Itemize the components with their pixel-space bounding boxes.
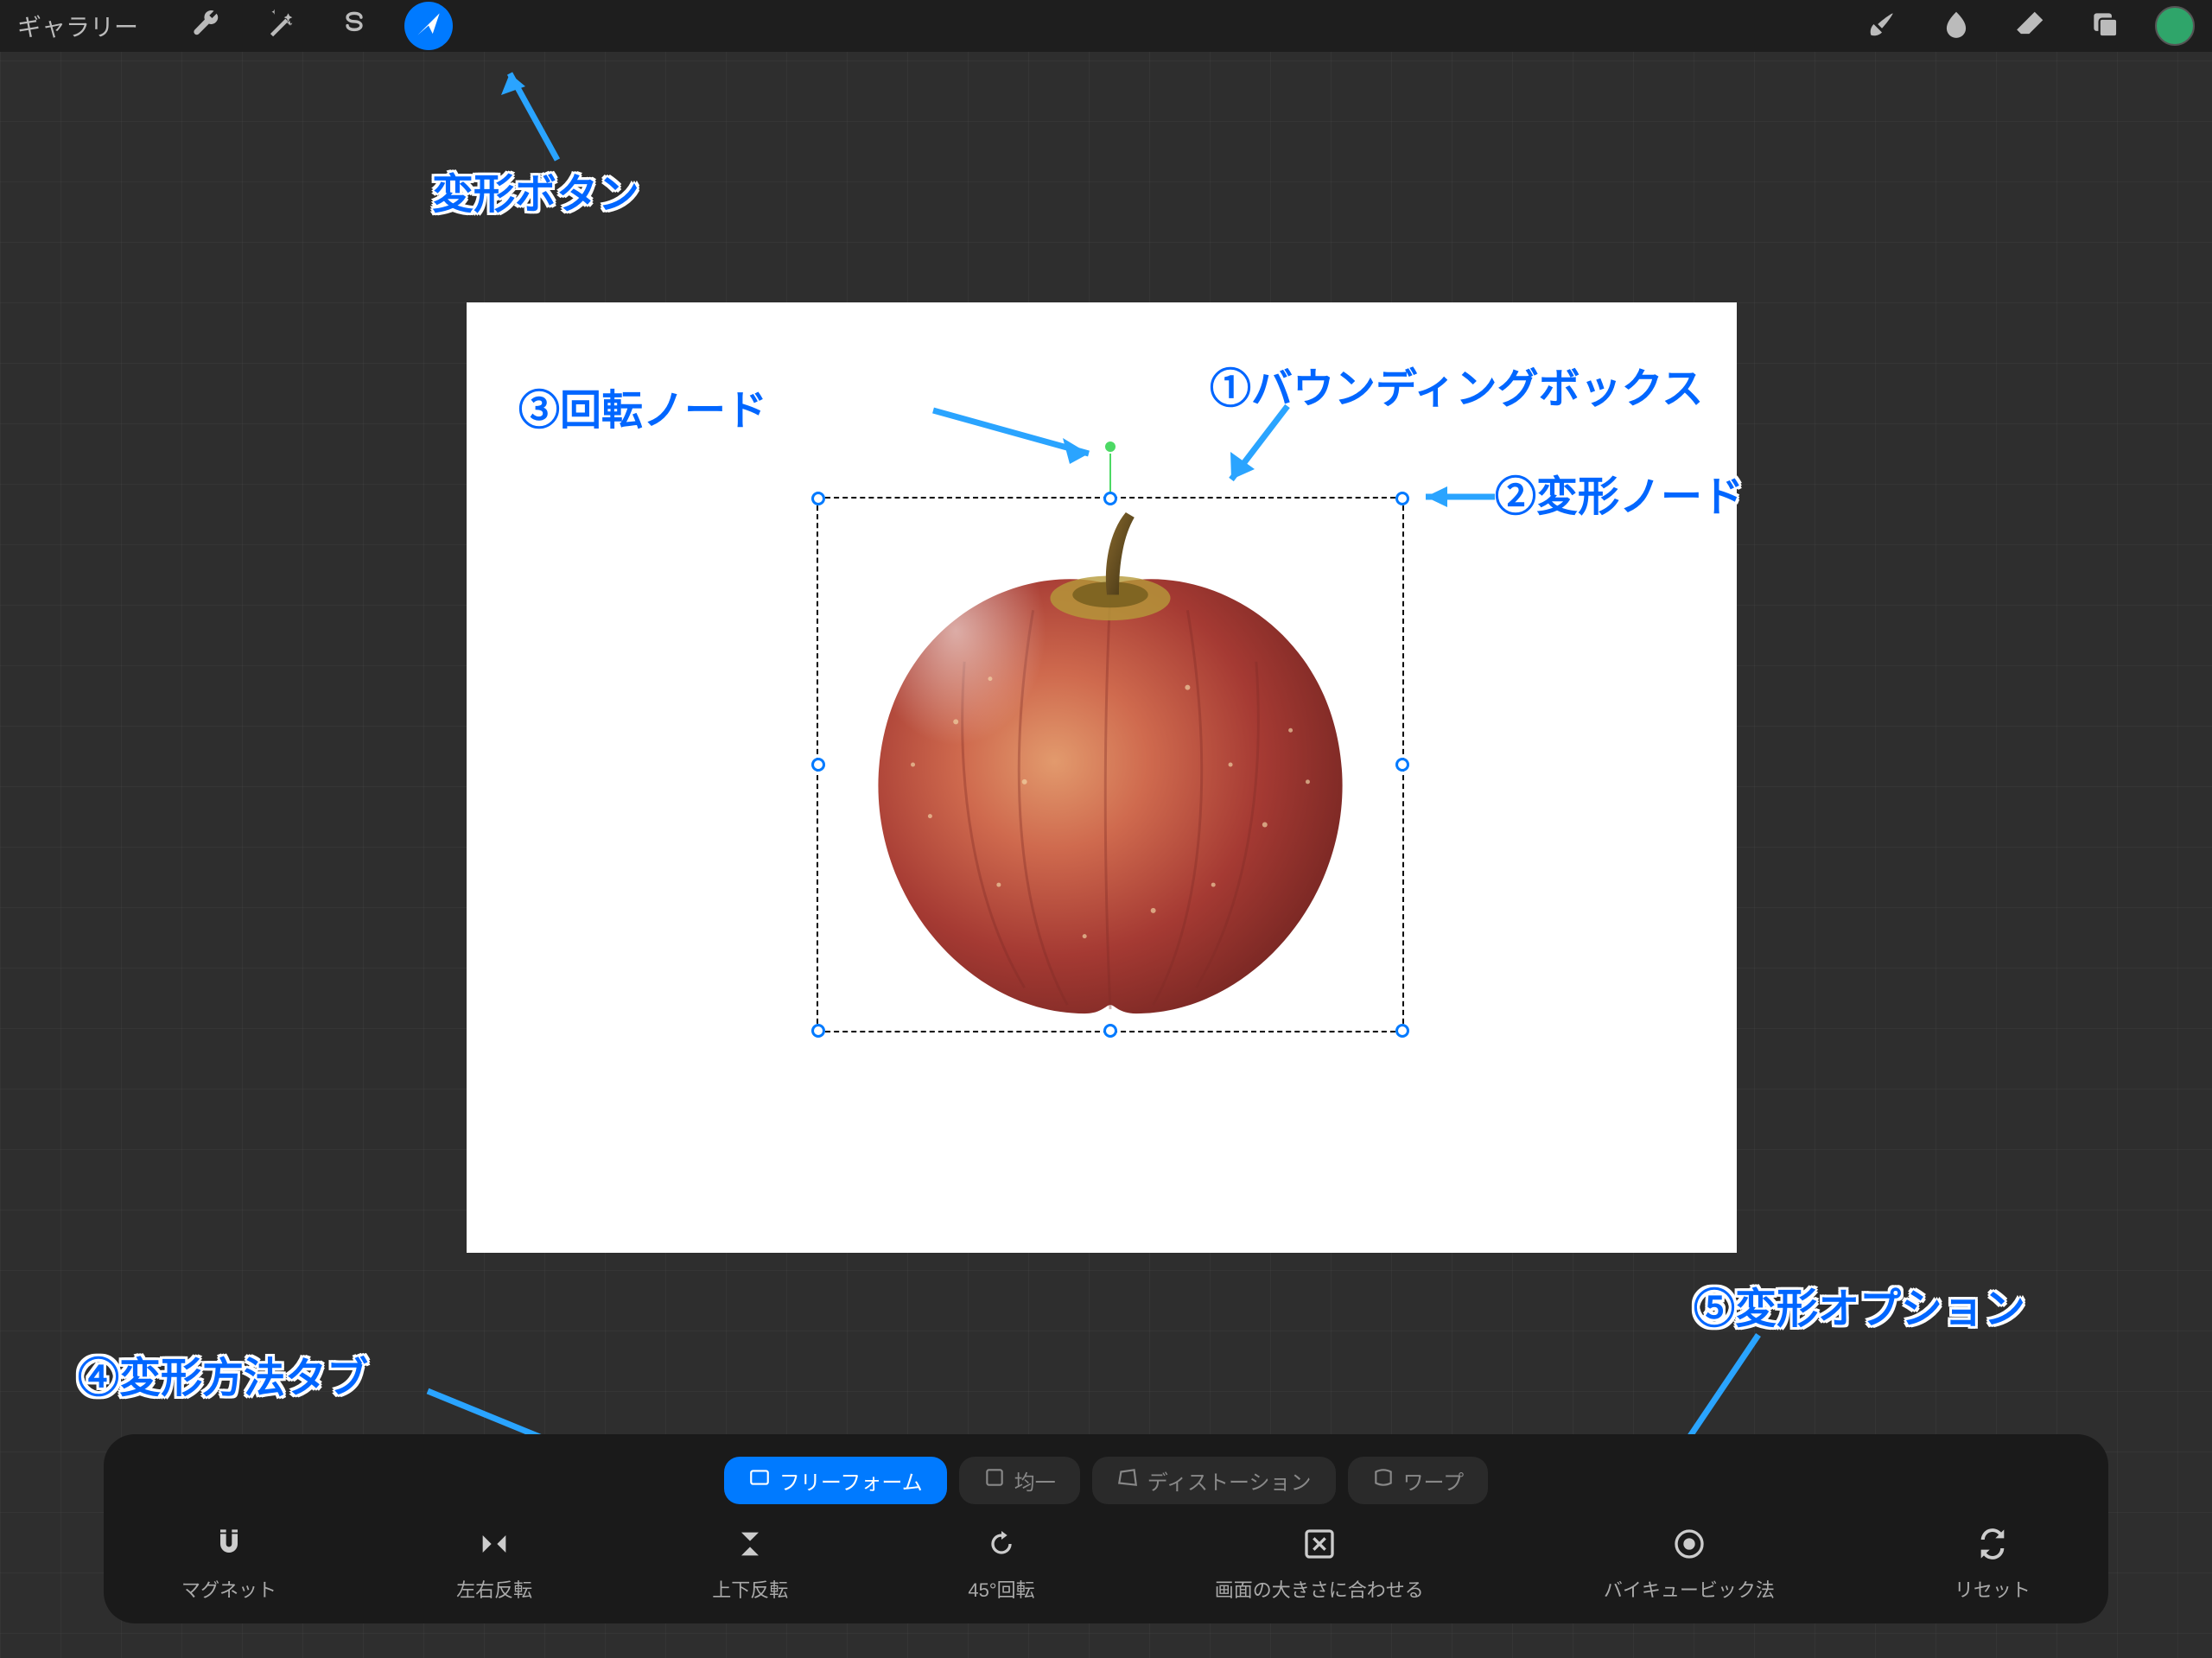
rotate-icon	[984, 1527, 1019, 1566]
tab-freeform[interactable]: フリーフォーム	[724, 1457, 947, 1504]
selection-s-icon	[338, 8, 371, 45]
tab-label: 均一	[1014, 1465, 1056, 1496]
option-label: リセット	[1955, 1575, 2031, 1603]
distortion-icon	[1116, 1466, 1139, 1495]
freeform-icon	[748, 1466, 771, 1495]
transform-node-tr[interactable]	[1395, 492, 1409, 505]
wrench-tool-button[interactable]	[181, 2, 230, 50]
transform-node-br[interactable]	[1395, 1024, 1409, 1038]
fit-screen-icon	[1302, 1527, 1337, 1566]
flip-h-icon	[477, 1527, 512, 1566]
layers-icon	[2088, 8, 2121, 45]
transform-node-bm[interactable]	[1103, 1024, 1117, 1038]
rotation-node[interactable]	[1103, 440, 1117, 454]
apple-artwork	[827, 507, 1394, 1022]
annotation-bounding-box: ①バウンディングボックス	[1210, 354, 1703, 415]
tab-label: ディストーション	[1147, 1465, 1312, 1496]
top-toolbar: ギャラリー	[0, 0, 2212, 52]
option-reset[interactable]: リセット	[1955, 1527, 2031, 1603]
option-label: バイキュービック法	[1604, 1575, 1775, 1603]
annotation-rotation-node: ③回転ノード	[518, 376, 767, 436]
brush-tool-button[interactable]	[1858, 2, 1906, 50]
smudge-tool-button[interactable]	[1932, 2, 1980, 50]
option-flip-horizontal[interactable]: 左右反転	[456, 1527, 532, 1603]
canvas[interactable]	[467, 302, 1737, 1253]
magnet-icon	[212, 1527, 246, 1566]
option-label: 左右反転	[456, 1575, 532, 1603]
option-rotate-45[interactable]: 45°回転	[968, 1527, 1034, 1603]
option-bicubic[interactable]: バイキュービック法	[1604, 1527, 1775, 1603]
annotation-transform-options: ⑤変形オプション	[1694, 1274, 2025, 1335]
tab-label: フリーフォーム	[779, 1465, 923, 1496]
wand-icon	[264, 8, 296, 45]
selection-tool-button[interactable]	[330, 2, 378, 50]
warp-icon	[1372, 1466, 1395, 1495]
bicubic-icon	[1672, 1527, 1707, 1566]
option-label: 上下反転	[712, 1575, 788, 1603]
annotation-transform-button: 変形ボタン	[432, 160, 639, 220]
option-label: 画面の大きさに合わせる	[1215, 1575, 1424, 1603]
topbar-right	[1858, 2, 2195, 50]
flip-v-icon	[733, 1527, 767, 1566]
smudge-icon	[1940, 8, 1973, 45]
rotation-stem	[1109, 447, 1111, 499]
transform-node-tm[interactable]	[1103, 492, 1117, 505]
tab-uniform[interactable]: 均一	[959, 1457, 1080, 1504]
annotation-transform-tabs: ④変形方法タブ	[78, 1344, 368, 1404]
brush-icon	[1866, 8, 1898, 45]
tab-label: ワープ	[1403, 1465, 1465, 1496]
transform-panel: フリーフォーム 均一 ディストーション ワープ マグネット 左右反転 上下反転	[104, 1434, 2108, 1623]
transform-options-row: マグネット 左右反転 上下反転 45°回転 画面の大きさに合わせる バイキュービ…	[130, 1527, 2082, 1603]
option-label: マグネット	[181, 1575, 276, 1603]
transform-node-ml[interactable]	[811, 758, 825, 772]
adjustments-tool-button[interactable]	[256, 2, 304, 50]
annotation-transform-node: ②変形ノード	[1495, 462, 1744, 523]
eraser-icon	[2014, 8, 2047, 45]
arrow-transform-button	[484, 52, 588, 164]
layers-button[interactable]	[2081, 2, 2129, 50]
option-fit-screen[interactable]: 画面の大きさに合わせる	[1215, 1527, 1424, 1603]
option-magnet[interactable]: マグネット	[181, 1527, 276, 1603]
transform-node-tl[interactable]	[811, 492, 825, 505]
uniform-icon	[983, 1466, 1006, 1495]
eraser-tool-button[interactable]	[2006, 2, 2055, 50]
wrench-icon	[189, 8, 222, 45]
transform-node-bl[interactable]	[811, 1024, 825, 1038]
tab-warp[interactable]: ワープ	[1348, 1457, 1489, 1504]
transform-mode-tabs: フリーフォーム 均一 ディストーション ワープ	[130, 1457, 2082, 1504]
option-flip-vertical[interactable]: 上下反転	[712, 1527, 788, 1603]
topbar-left: ギャラリー	[17, 2, 453, 50]
reset-icon	[1975, 1527, 2010, 1566]
transform-node-mr[interactable]	[1395, 758, 1409, 772]
gallery-link[interactable]: ギャラリー	[17, 9, 138, 43]
option-label: 45°回転	[968, 1575, 1034, 1603]
transform-tool-button[interactable]	[404, 2, 453, 50]
color-swatch[interactable]	[2155, 6, 2195, 46]
cursor-arrow-icon	[412, 8, 445, 45]
tab-distortion[interactable]: ディストーション	[1092, 1457, 1336, 1504]
bounding-box[interactable]	[817, 497, 1404, 1032]
